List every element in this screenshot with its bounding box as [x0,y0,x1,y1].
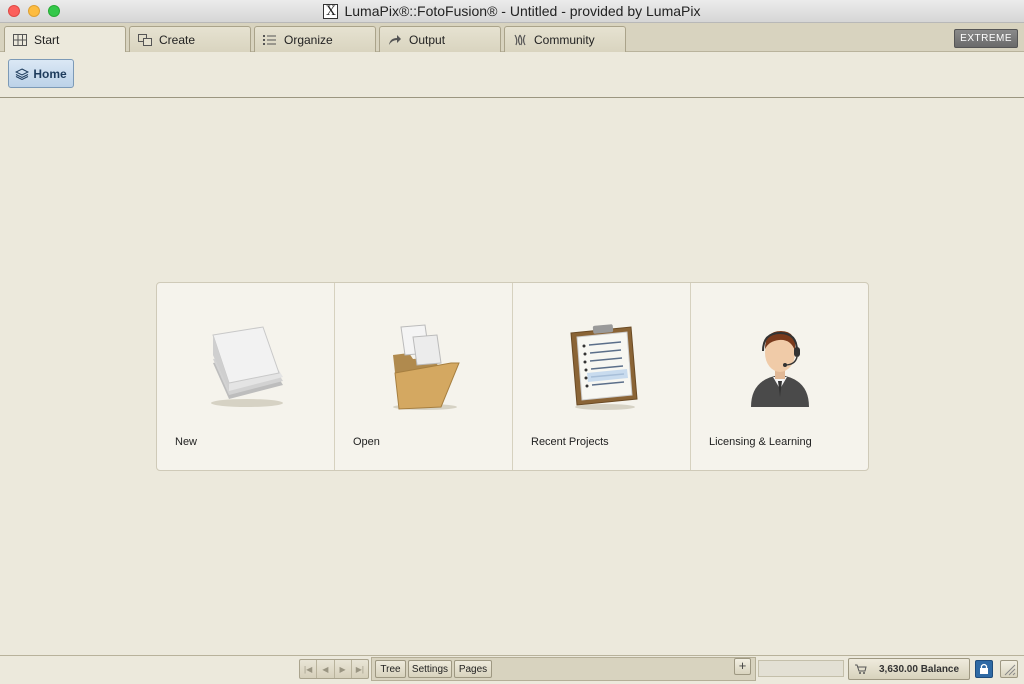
start-item-recent-projects[interactable]: Recent Projects [513,283,691,470]
list-icon [263,34,276,45]
blank-paper-stack-icon [210,326,283,407]
start-panel: New Open Recent Projects Licensing & Lea… [156,282,869,471]
prev-page-icon[interactable]: ◀ [317,660,335,678]
start-item-open[interactable]: Open [335,283,513,470]
tab-output[interactable]: Output [379,26,501,52]
x11-icon: X [323,3,339,19]
resize-grip[interactable] [1000,660,1018,678]
lock-button[interactable] [975,660,993,678]
page-navigation: |◀ ◀ ▶ ▶| [299,659,369,679]
view-tab-strip: Tree Settings Pages [371,657,756,681]
lock-icon [980,663,988,674]
start-item-licensing-learning-label: Licensing & Learning [709,436,812,448]
last-page-icon[interactable]: ▶| [352,660,368,678]
tab-organize[interactable]: Organize [254,26,376,52]
layers-icon [15,67,30,80]
community-icon [514,34,526,45]
start-item-open-label: Open [353,436,380,448]
start-item-new-label: New [175,436,198,448]
view-tab-pages[interactable]: Pages [454,660,492,678]
home-button[interactable]: Home [8,59,74,88]
tab-community[interactable]: Community [504,26,626,52]
status-field [758,660,844,677]
balance-label: 3,630.00 Balance [879,663,960,675]
share-arrow-icon [389,34,401,45]
main-tab-bar: Start Create Organize Output Community E… [0,23,1024,53]
close-window-button[interactable] [8,5,20,17]
edition-badge: EXTREME [954,29,1018,48]
minimize-window-button[interactable] [28,5,40,17]
tab-community-label: Community [534,32,595,47]
tab-start-label: Start [34,33,60,47]
first-page-icon[interactable]: |◀ [300,660,318,678]
start-item-licensing-learning[interactable]: Licensing & Learning [691,283,868,470]
window-title-wrap: X LumaPix®::FotoFusion® - Untitled - pro… [323,3,701,19]
tab-create-label: Create [159,32,196,47]
tab-create[interactable]: Create [129,26,251,52]
window-controls [8,5,60,17]
clipboard-icon [569,324,638,410]
tab-output-label: Output [409,32,446,47]
start-item-recent-projects-label: Recent Projects [531,436,609,448]
tab-organize-label: Organize [284,32,333,47]
cart-icon [855,664,867,674]
resize-grip-icon [1004,664,1016,676]
next-page-icon[interactable]: ▶ [335,660,352,678]
support-agent-icon [750,331,809,407]
balance-button[interactable]: 3,630.00 Balance [848,658,970,680]
create-icon [138,33,152,46]
toolbar: Home [0,52,1024,98]
start-item-new[interactable]: New [157,283,335,470]
view-tab-tree[interactable]: Tree [375,660,406,678]
home-button-label: Home [33,66,67,81]
maximize-window-button[interactable] [48,5,60,17]
open-folder-icon [392,324,460,410]
grid-icon [13,34,27,46]
tab-start[interactable]: Start [4,26,126,53]
title-bar: X LumaPix®::FotoFusion® - Untitled - pro… [0,0,1024,23]
add-button[interactable]: + [734,658,751,675]
window-title: LumaPix®::FotoFusion® - Untitled - provi… [344,3,701,19]
view-tab-settings[interactable]: Settings [408,660,452,678]
